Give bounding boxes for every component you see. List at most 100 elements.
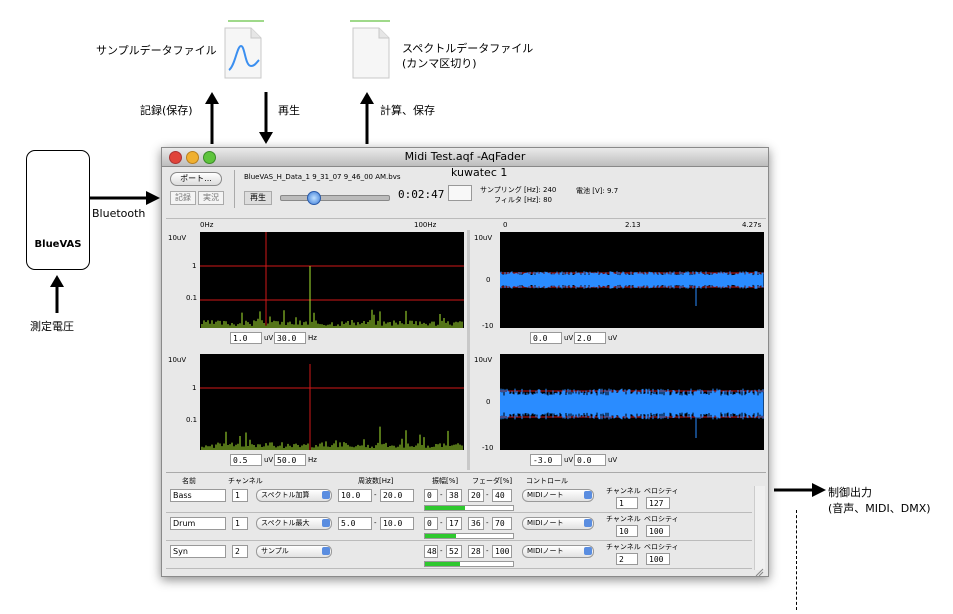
range-min-field[interactable]: 1.0 [230, 332, 262, 344]
freq-max-field[interactable]: 20.0 [380, 489, 414, 502]
control-select[interactable]: MIDIノート [522, 489, 594, 502]
time-plot[interactable] [499, 354, 764, 450]
amp-max-field[interactable]: 38 [446, 489, 462, 502]
vertical-scrollbar[interactable] [754, 486, 765, 570]
midi-channel-label: チャンネル [606, 487, 641, 495]
mode-select[interactable]: サンプル [256, 545, 332, 558]
velocity-field[interactable]: 127 [646, 497, 670, 509]
row-channel-field[interactable]: 1 [232, 489, 248, 502]
time-panel: 10uV 0 -10 -3.0 uV 0.0 uV [472, 354, 766, 474]
range-max-field[interactable]: 30.0 [274, 332, 306, 344]
row-channel-field[interactable]: 2 [232, 545, 248, 558]
fade-min-field[interactable]: 36 [468, 517, 484, 530]
row-name-field[interactable]: Drum [170, 517, 226, 530]
y-low-label: 0.1 [186, 416, 198, 424]
spectrum-panel: 10uV 1 0.1 0.5 uV 50.0 Hz [166, 354, 466, 474]
range-min-unit: uV [264, 456, 274, 464]
y-mid-label: 0 [486, 276, 491, 284]
level-meter-fill [425, 534, 456, 538]
port-button[interactable]: ポート... [170, 172, 222, 186]
amp-min-field[interactable]: 0 [424, 489, 438, 502]
amp-min-field[interactable]: 48 [424, 545, 438, 558]
level-meter-fill [425, 506, 465, 510]
level-meter [424, 561, 514, 567]
title-bar[interactable]: Midi Test.aqf -AqFader [162, 148, 768, 167]
toolbar-divider [234, 170, 235, 208]
table-row: Bass 1 スペクトル加算 10.0 - 20.0 0 - 38 20 - 4… [166, 486, 752, 513]
sample-file-icon [223, 26, 263, 80]
control-select[interactable]: MIDIノート [522, 545, 594, 558]
midi-channel-field[interactable]: 10 [616, 525, 638, 537]
range-max-field[interactable]: 2.0 [574, 332, 606, 344]
spectrum-file-icon [351, 26, 391, 80]
level-meter [424, 533, 514, 539]
freq-max-field[interactable]: 10.0 [380, 517, 414, 530]
select-arrows-icon [322, 519, 330, 527]
range-dash: - [486, 519, 489, 527]
midi-channel-field[interactable]: 2 [616, 553, 638, 565]
range-min-field[interactable]: 0.5 [230, 454, 262, 466]
select-arrows-icon [584, 519, 592, 527]
row-name-field[interactable]: Syn [170, 545, 226, 558]
spectrum-plot[interactable] [200, 232, 464, 328]
output-label: 制御出力 [828, 486, 872, 499]
row-name-field[interactable]: Bass [170, 489, 226, 502]
playback-slider[interactable] [280, 191, 390, 205]
bluetooth-label: Bluetooth [92, 207, 146, 220]
range-dash: - [486, 547, 489, 555]
live-button[interactable]: 実況 [198, 191, 224, 205]
spectrum-panel: 10uV 1 0.1 1.0 uV 30.0 Hz [166, 232, 466, 352]
range-min-unit: uV [564, 456, 574, 464]
fade-max-field[interactable]: 100 [492, 545, 512, 558]
measure-voltage-label: 測定電圧 [30, 320, 74, 333]
record-button[interactable]: 記録 [170, 191, 196, 205]
play-label: 再生 [278, 104, 300, 117]
mode-select[interactable]: スペクトル加算 [256, 489, 332, 502]
mode-select-label: スペクトル加算 [261, 491, 310, 499]
freq-min-field[interactable]: 10.0 [338, 489, 372, 502]
time-display: 0:02:47 [398, 188, 445, 201]
mode-select-label: サンプル [261, 547, 289, 555]
amp-max-field[interactable]: 52 [446, 545, 462, 558]
range-min-field[interactable]: -3.0 [530, 454, 562, 466]
time-panel: 10uV 0 -10 0.0 uV 2.0 uV [472, 232, 766, 352]
range-dash: - [486, 491, 489, 499]
range-min-field[interactable]: 0.0 [530, 332, 562, 344]
mode-select[interactable]: スペクトル最大 [256, 517, 332, 530]
slider-knob[interactable] [307, 191, 322, 205]
y-low-label: -10 [482, 444, 494, 452]
app-window: Midi Test.aqf -AqFader ポート... 記録 実況 Blue… [161, 147, 769, 577]
arrow-down-icon [259, 92, 273, 144]
fade-min-field[interactable]: 20 [468, 489, 484, 502]
velocity-label: ベロシティ [644, 487, 679, 495]
mode-select-label: スペクトル最大 [261, 519, 310, 527]
range-max-field[interactable]: 0.0 [574, 454, 606, 466]
y-top-label: 10uV [168, 356, 187, 364]
header-amp: 振幅[%] [432, 477, 459, 485]
midi-channel-field[interactable]: 1 [616, 497, 638, 509]
fade-min-field[interactable]: 28 [468, 545, 484, 558]
sample-file-highlight [228, 20, 264, 22]
range-max-unit: Hz [308, 334, 317, 342]
velocity-field[interactable]: 100 [646, 525, 670, 537]
row-channel-field[interactable]: 1 [232, 517, 248, 530]
resize-grip-icon[interactable] [754, 562, 764, 577]
table-row: Drum 1 スペクトル最大 5.0 - 10.0 0 - 17 36 - 70… [166, 514, 752, 541]
panel-divider[interactable] [467, 230, 470, 470]
time-plot[interactable] [499, 232, 764, 328]
play-button[interactable]: 再生 [244, 191, 272, 205]
bluevas-label: BlueVAS [34, 239, 82, 250]
fade-max-field[interactable]: 70 [492, 517, 512, 530]
amp-min-field[interactable]: 0 [424, 517, 438, 530]
range-max-field[interactable]: 50.0 [274, 454, 306, 466]
table-row: Syn 2 サンプル 48 - 52 28 - 100 MIDIノート チャンネ… [166, 542, 752, 569]
y-low-label: -10 [482, 322, 494, 330]
select-arrows-icon [322, 491, 330, 499]
device-name: kuwatec 1 [451, 166, 508, 179]
control-select[interactable]: MIDIノート [522, 517, 594, 530]
amp-max-field[interactable]: 17 [446, 517, 462, 530]
spectrum-plot[interactable] [200, 354, 464, 450]
velocity-field[interactable]: 100 [646, 553, 670, 565]
fade-max-field[interactable]: 40 [492, 489, 512, 502]
freq-min-field[interactable]: 5.0 [338, 517, 372, 530]
